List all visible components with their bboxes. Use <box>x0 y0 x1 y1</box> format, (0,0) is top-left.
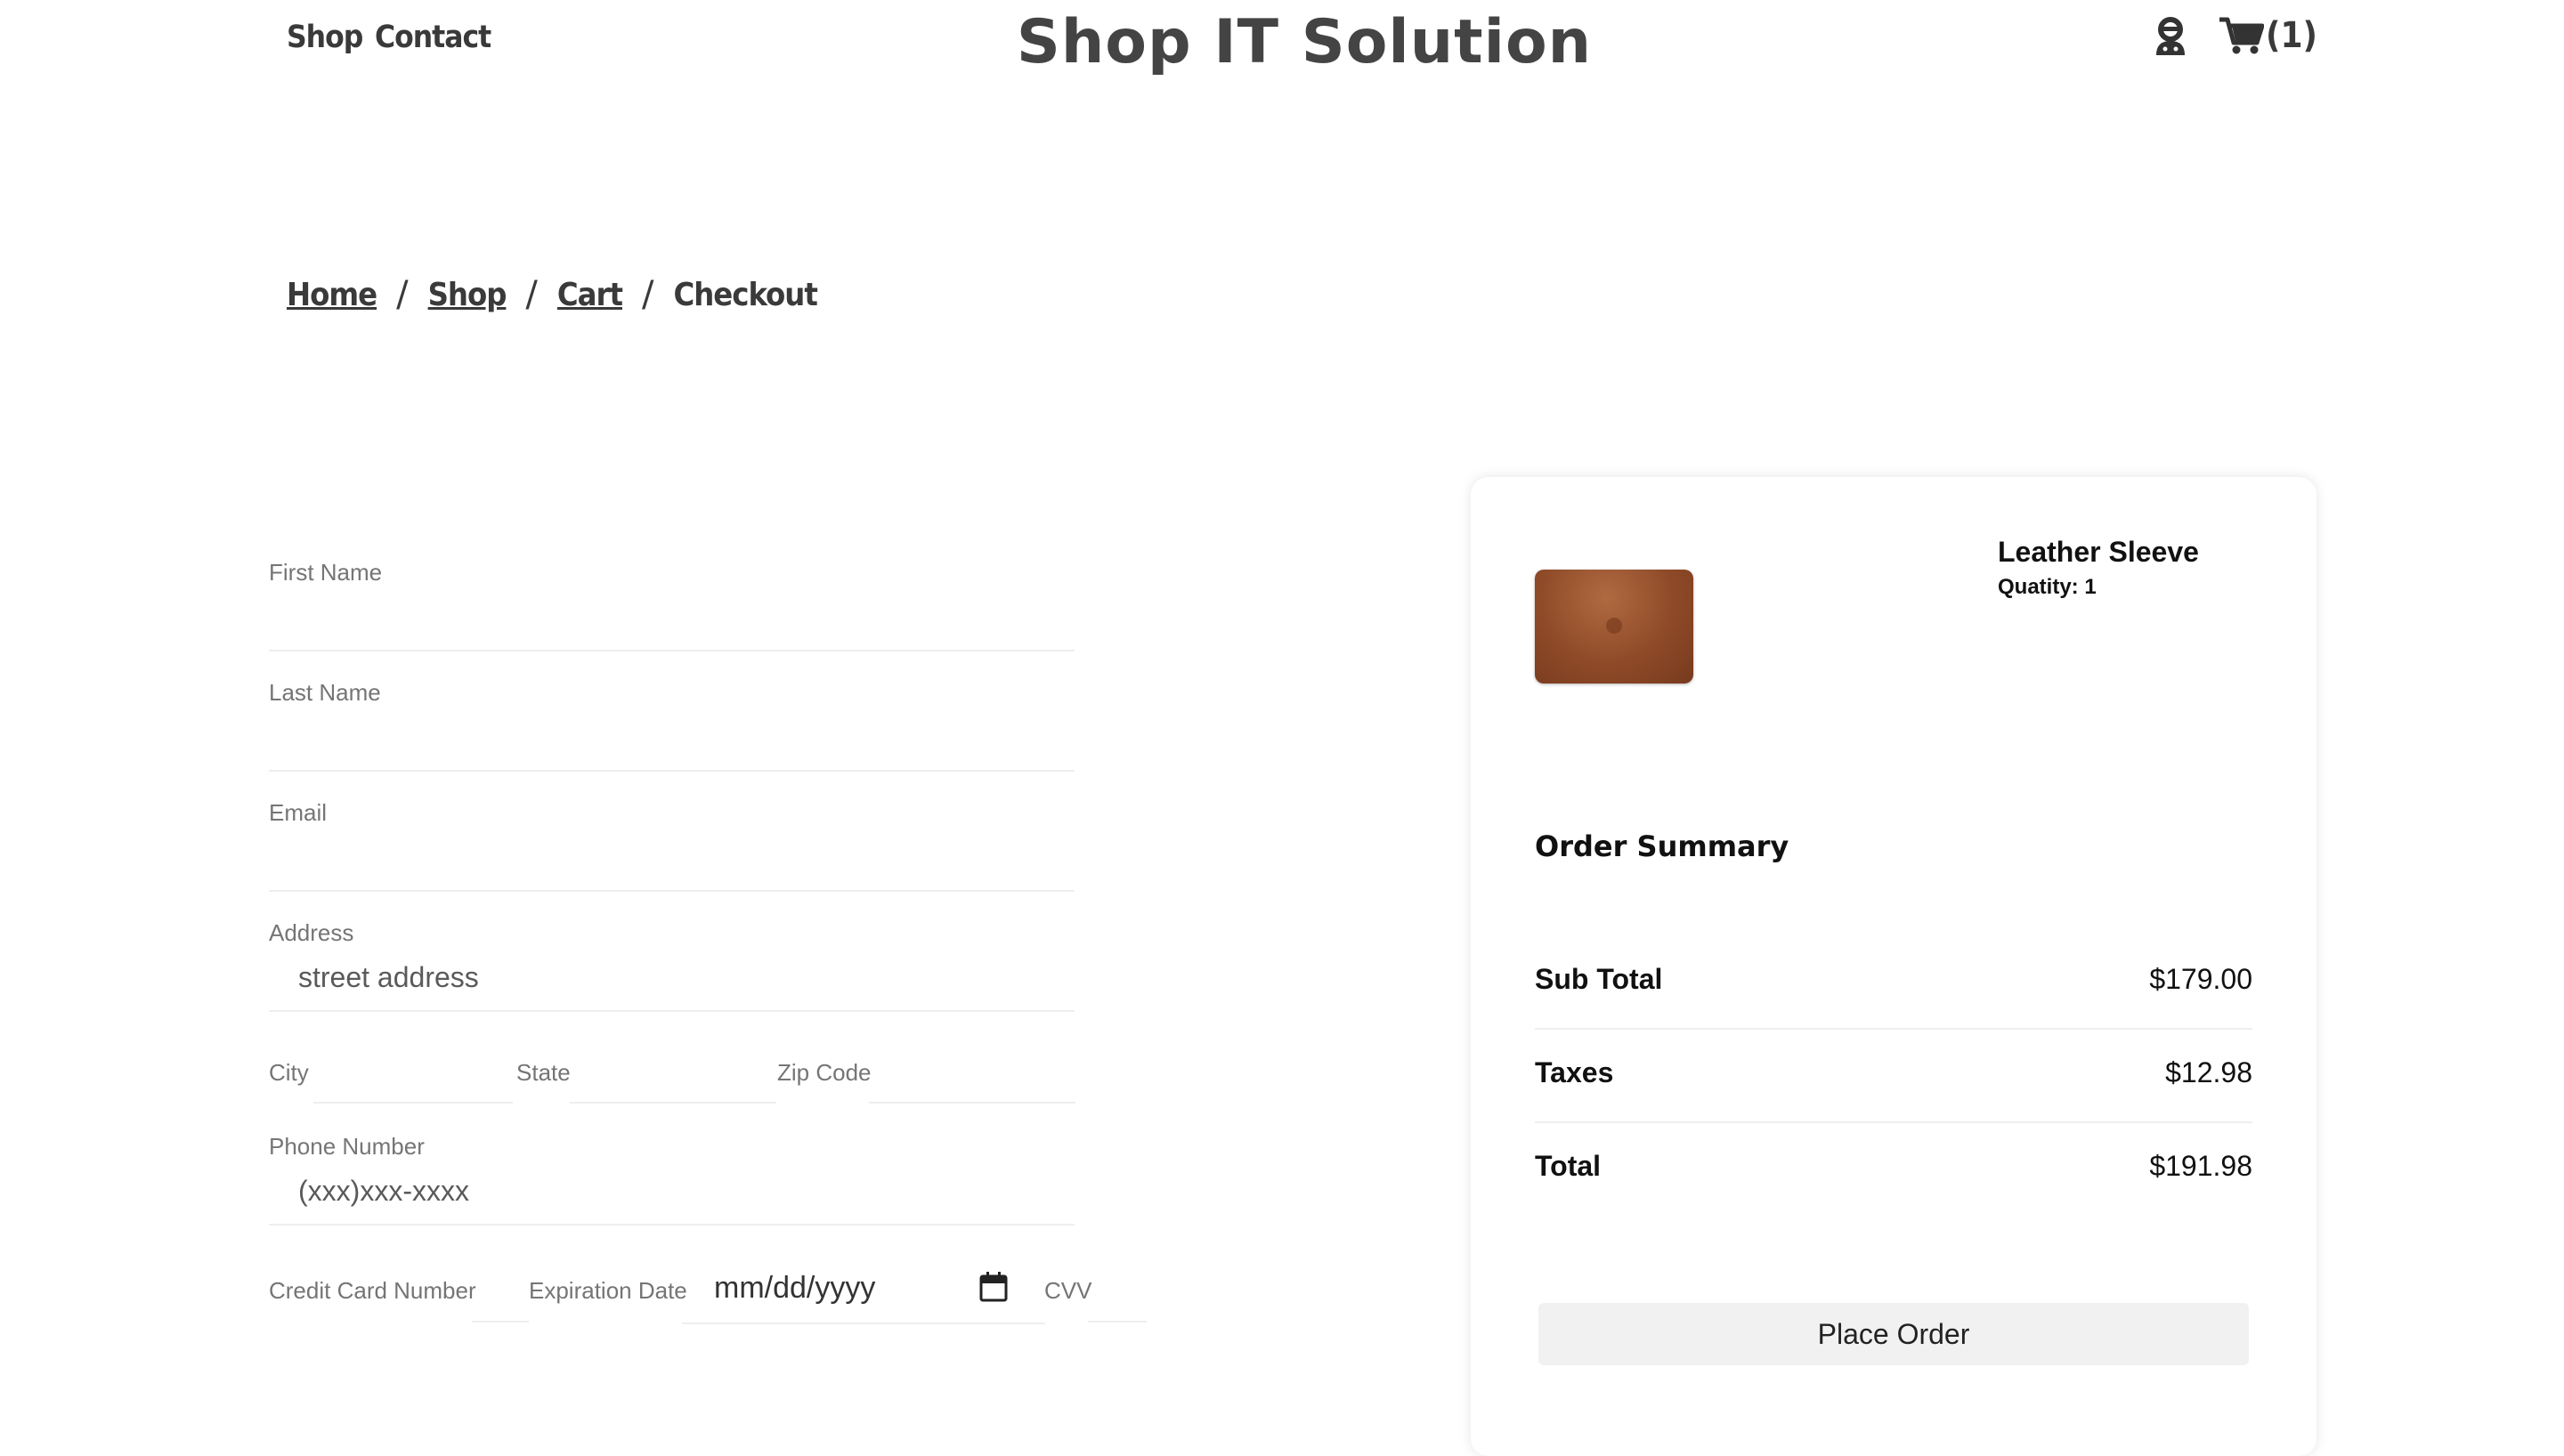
taxes-label: Taxes <box>1535 1056 1614 1088</box>
city-input[interactable] <box>313 1102 513 1104</box>
state-input[interactable] <box>570 1102 776 1104</box>
breadcrumb-separator: / <box>641 274 654 315</box>
email-input[interactable] <box>269 890 1075 892</box>
zip-code-input[interactable] <box>869 1102 1075 1104</box>
subtotal-value: $179.00 <box>2149 963 2252 995</box>
state-label: State <box>516 1059 571 1086</box>
address-underline <box>269 1010 1075 1012</box>
zip-code-label: Zip Code <box>777 1059 872 1086</box>
expiration-date-underline <box>682 1323 1045 1324</box>
product-image <box>1535 570 1693 684</box>
summary-divider <box>1535 1028 2252 1030</box>
calendar-icon[interactable] <box>978 1271 1009 1307</box>
breadcrumb-separator: / <box>396 274 409 315</box>
product-quantity: Quatity: 1 <box>1998 575 2097 599</box>
taxes-value: $12.98 <box>2165 1056 2252 1088</box>
address-label: Address <box>269 919 354 946</box>
city-label: City <box>269 1059 309 1086</box>
credit-card-input[interactable] <box>472 1321 529 1323</box>
expiration-date-input[interactable]: mm/dd/yyyy <box>714 1271 875 1306</box>
breadcrumb-checkout: Checkout <box>673 276 817 313</box>
cart-count-badge[interactable]: (1) <box>2266 15 2317 56</box>
breadcrumb: Home / Shop / Cart / Checkout <box>287 274 818 315</box>
breadcrumb-shop[interactable]: Shop <box>428 277 507 313</box>
order-summary-card: Leather Sleeve Quatity: 1 Order Summary … <box>1471 477 2317 1456</box>
last-name-input[interactable] <box>269 770 1075 772</box>
credit-card-label: Credit Card Number <box>269 1277 476 1304</box>
place-order-button[interactable]: Place Order <box>1538 1303 2249 1365</box>
total-label: Total <box>1535 1150 1602 1182</box>
breadcrumb-home[interactable]: Home <box>287 277 377 313</box>
subtotal-label: Sub Total <box>1535 963 1663 995</box>
cvv-label: CVV <box>1044 1277 1092 1304</box>
phone-input[interactable]: (xxx)xxx-xxxx <box>298 1175 469 1208</box>
email-label: Email <box>269 799 328 826</box>
user-icon[interactable] <box>2153 16 2188 61</box>
last-name-label: Last Name <box>269 679 381 706</box>
total-value: $191.98 <box>2149 1150 2252 1182</box>
breadcrumb-cart[interactable]: Cart <box>557 277 623 313</box>
cart-icon[interactable] <box>2219 16 2265 60</box>
first-name-label: First Name <box>269 559 383 586</box>
summary-divider <box>1535 1121 2252 1123</box>
expiration-date-label: Expiration Date <box>529 1277 687 1304</box>
product-name: Leather Sleeve <box>1998 536 2199 568</box>
cvv-input[interactable] <box>1088 1321 1147 1323</box>
phone-label: Phone Number <box>269 1133 425 1160</box>
address-input[interactable]: street address <box>298 961 479 994</box>
breadcrumb-separator: / <box>525 274 538 315</box>
apple-logo-icon <box>1606 618 1622 634</box>
order-summary-title: Order Summary <box>1535 829 1789 863</box>
first-name-input[interactable] <box>269 650 1075 651</box>
phone-underline <box>269 1224 1075 1225</box>
